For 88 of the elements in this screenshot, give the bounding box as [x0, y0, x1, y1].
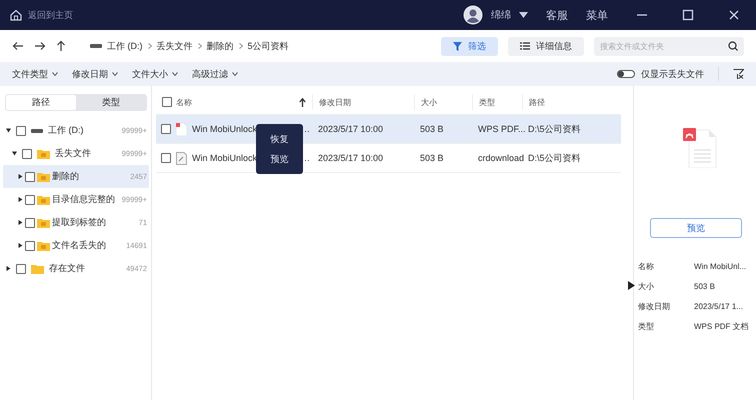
drive-icon	[90, 43, 102, 49]
search-icon	[728, 41, 738, 51]
preview-button[interactable]: 预览	[650, 218, 742, 238]
checkbox[interactable]	[25, 194, 35, 204]
detail-value: 503 B	[694, 281, 716, 293]
chevron-icon	[238, 43, 242, 49]
detail-label: 类型	[638, 321, 655, 333]
checkbox[interactable]	[25, 240, 35, 250]
filter-dropdown[interactable]: 修改日期	[72, 68, 118, 80]
sidebar-tab[interactable]: 类型	[76, 95, 146, 110]
home-icon	[10, 9, 22, 21]
home-link[interactable]: 返回到主页	[28, 8, 73, 22]
drive-icon	[31, 128, 43, 134]
folder-icon	[37, 194, 50, 204]
funnel-icon	[453, 42, 462, 50]
detail-label: 大小	[638, 281, 655, 293]
chevron-down-icon	[52, 72, 58, 76]
chevron-down-icon	[112, 72, 118, 76]
pdf-file-icon	[683, 128, 717, 168]
checkbox[interactable]	[16, 126, 26, 136]
checkbox[interactable]	[161, 124, 171, 134]
user-name[interactable]: 绵绵	[491, 8, 511, 22]
list-icon	[520, 42, 530, 50]
tree-label: 提取到标签的	[52, 216, 106, 229]
caret-down-icon	[519, 12, 528, 18]
checkbox[interactable]	[16, 264, 26, 274]
tree-label: 存在文件	[49, 262, 85, 275]
detail-value: Win MobiUnl...	[694, 261, 748, 273]
table-cell-text: 503 B	[419, 124, 445, 134]
file-name: Win MobiUnlock	[192, 124, 258, 134]
detail-label: 名称	[638, 261, 655, 273]
table-cell-text: 503 B	[419, 153, 445, 163]
clear-filter-icon[interactable]	[733, 69, 744, 79]
tree-label: 文件名丢失的	[52, 239, 106, 252]
header-link[interactable]: 客服	[546, 8, 568, 22]
filter-button[interactable]: 筛选	[441, 36, 498, 56]
checkbox[interactable]	[161, 153, 171, 163]
folder-icon	[31, 264, 44, 274]
column-header[interactable]: 类型	[479, 96, 495, 108]
column-header[interactable]: 大小	[421, 96, 437, 108]
filter-dropdown[interactable]: 文件大小	[132, 68, 178, 80]
table-cell-text: 2023/5/17 10:00	[317, 153, 384, 163]
checkbox[interactable]	[22, 148, 32, 158]
breadcrumb-item[interactable]: 删除的	[206, 40, 234, 52]
breadcrumb-item[interactable]: 5公司资料	[248, 40, 289, 52]
table-cell-text: D:\5公司资料	[527, 152, 582, 164]
folder-icon	[37, 172, 50, 182]
breadcrumb-item[interactable]: 工作 (D:)	[107, 40, 142, 52]
detail-label: 修改日期	[638, 301, 671, 313]
sidebar-tab[interactable]: 路径	[6, 95, 76, 110]
chevron-down-icon	[232, 72, 238, 76]
tree-label: 丢失文件	[55, 147, 91, 160]
pdf-file-icon	[176, 122, 187, 136]
menu-item[interactable]: 预览	[256, 150, 303, 168]
file-icon	[176, 152, 187, 164]
column-header[interactable]: 路径	[529, 96, 545, 108]
chevron-down-icon	[172, 72, 178, 76]
select-all-checkbox[interactable]	[162, 97, 172, 107]
collapse-arrow-icon[interactable]	[628, 281, 635, 290]
breadcrumb-item[interactable]: 丢失文件	[156, 40, 192, 52]
file-name: Win MobiUnlock	[192, 153, 258, 163]
tree-label: 工作 (D:)	[48, 124, 84, 137]
folder-icon	[37, 218, 50, 228]
filter-dropdown[interactable]: 高级过滤	[192, 68, 238, 80]
folder-icon	[37, 240, 50, 250]
column-header[interactable]: 修改日期	[319, 96, 351, 108]
checkbox[interactable]	[25, 172, 35, 182]
table-cell-text: crdownload	[477, 153, 522, 163]
tree-label: 目录信息完整的	[52, 193, 115, 206]
detail-value: 2023/5/17 1...	[694, 301, 744, 313]
search-field[interactable]: 搜索文件或文件夹	[594, 36, 744, 56]
detail-value: WPS PDF 文档	[694, 321, 750, 333]
header-link[interactable]: 菜单	[586, 8, 608, 22]
column-header[interactable]: 名称	[176, 96, 192, 108]
filter-dropdown[interactable]: 文件类型	[12, 68, 58, 80]
tree-label: 删除的	[52, 170, 79, 183]
toggle-label: 仅显示丢失文件	[641, 68, 704, 80]
chevron-icon	[198, 43, 202, 49]
back-arrow-icon[interactable]	[12, 41, 24, 51]
table-cell-text: 2023/5/17 10:00	[317, 124, 384, 134]
folder-icon	[37, 148, 50, 158]
up-arrow-icon[interactable]	[56, 40, 66, 52]
details-button[interactable]: 详细信息	[508, 36, 584, 56]
chevron-icon	[148, 43, 152, 49]
toggle-switch[interactable]	[617, 70, 635, 78]
checkbox[interactable]	[25, 218, 35, 228]
avatar-icon	[463, 5, 483, 25]
forward-arrow-icon[interactable]	[34, 41, 46, 51]
